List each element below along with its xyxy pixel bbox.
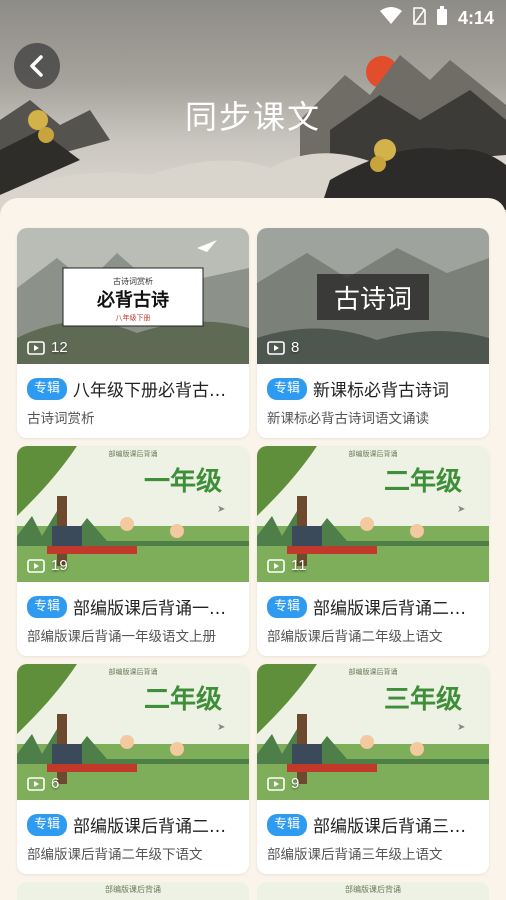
thumb-main-text: 古诗词 [334, 285, 412, 315]
album-card[interactable]: 古诗词 8 专辑 新课标必背古诗词 新课标必背古诗词语文诵读 [257, 228, 489, 438]
album-badge: 专辑 [27, 377, 68, 400]
album-info: 专辑 新课标必背古诗词 新课标必背古诗词语文诵读 [257, 364, 489, 427]
thumb-top-text: 部编版课后背诵 [349, 667, 398, 676]
album-title: 新课标必背古诗词 [313, 381, 450, 401]
track-count-value: 19 [51, 557, 68, 574]
album-info: 专辑 部编版课后背诵二年级 部编版课后背诵二年级上语文 [257, 582, 489, 645]
track-count-value: 8 [291, 339, 300, 356]
album-card-partial[interactable]: 部编版课后背诵 [17, 882, 249, 900]
album-subtitle: 部编版课后背诵一年级语文上册 [27, 629, 216, 645]
thumb-main-text: 必背古诗 [96, 289, 169, 311]
album-subtitle: 部编版课后背诵三年级上语文 [267, 847, 443, 863]
album-title: 部编版课后背诵二年级 [313, 599, 479, 619]
partial-label: 部编版课后背诵 [105, 885, 161, 894]
thumb-top-text: 古诗词赏析 [113, 276, 153, 286]
thumb-main-text: 一年级 [144, 466, 222, 497]
thumb-top-text: 部编版课后背诵 [109, 449, 158, 458]
album-badge: 专辑 [267, 595, 308, 618]
thumb-bottom-text: 八年级下册 [116, 313, 151, 322]
partial-row: 部编版课后背诵 部编版课后背诵 [17, 882, 489, 900]
album-card[interactable]: 古诗词赏析 必背古诗 八年级下册 12 专辑 八年级下册必背古诗词 古诗词赏析 [17, 228, 249, 438]
album-badge: 专辑 [267, 813, 308, 836]
album-subtitle: 新课标必背古诗词语文诵读 [267, 411, 429, 427]
album-info: 专辑 八年级下册必背古诗词 古诗词赏析 [17, 364, 249, 427]
chevron-left-icon [30, 55, 43, 77]
album-badge: 专辑 [27, 813, 68, 836]
album-info: 专辑 部编版课后背诵二年级 部编版课后背诵二年级下语文 [17, 800, 249, 863]
track-count: 11 [267, 557, 307, 574]
track-count-value: 12 [51, 339, 68, 356]
thumb-top-text: 部编版课后背诵 [349, 449, 398, 458]
track-count: 9 [267, 775, 299, 792]
album-info: 专辑 部编版课后背诵一年级 部编版课后背诵一年级语文上册 [17, 582, 249, 645]
album-card[interactable]: 部编版课后背诵 二年级 ➤ 6 专辑 部编版课后背诵二年级 部编版课后背诵二年级… [17, 664, 249, 874]
album-thumbnail: 古诗词赏析 必背古诗 八年级下册 12 [17, 228, 249, 364]
svg-text:➤: ➤ [457, 722, 465, 733]
album-title: 部编版课后背诵一年级 [73, 599, 239, 619]
play-list-icon [267, 340, 285, 355]
album-title: 部编版课后背诵三年级 [313, 817, 479, 837]
album-grid: 古诗词赏析 必背古诗 八年级下册 12 专辑 八年级下册必背古诗词 古诗词赏析 [17, 228, 489, 874]
play-list-icon [267, 776, 285, 791]
album-info: 专辑 部编版课后背诵三年级 部编版课后背诵三年级上语文 [257, 800, 489, 863]
sim-icon [412, 6, 426, 30]
thumb-top-text: 部编版课后背诵 [109, 667, 158, 676]
track-count-value: 11 [291, 557, 307, 574]
track-count: 12 [27, 339, 68, 356]
album-title: 八年级下册必背古诗词 [73, 381, 239, 401]
album-subtitle: 部编版课后背诵二年级下语文 [27, 847, 203, 863]
track-count: 6 [27, 775, 59, 792]
album-subtitle: 部编版课后背诵二年级上语文 [267, 629, 443, 645]
track-count-value: 9 [291, 775, 300, 792]
play-list-icon [27, 340, 45, 355]
status-time: 4:14 [457, 7, 494, 28]
svg-text:➤: ➤ [217, 504, 225, 515]
album-card[interactable]: 部编版课后背诵 一年级 ➤ 19 专辑 部编版课后背诵一年级 部编版课后背诵一年… [17, 446, 249, 656]
svg-text:➤: ➤ [457, 504, 465, 515]
album-thumbnail: 部编版课后背诵 二年级 ➤ 11 [257, 446, 489, 582]
svg-text:➤: ➤ [217, 722, 225, 733]
album-thumbnail: 部编版课后背诵 三年级 ➤ 9 [257, 664, 489, 800]
thumb-main-text: 三年级 [384, 684, 462, 715]
album-thumbnail: 古诗词 8 [257, 228, 489, 364]
back-button[interactable] [14, 43, 60, 89]
play-list-icon [27, 776, 45, 791]
album-thumbnail: 部编版课后背诵 一年级 ➤ 19 [17, 446, 249, 582]
thumb-main-text: 二年级 [144, 684, 222, 715]
track-count-value: 6 [51, 775, 60, 792]
album-title: 部编版课后背诵二年级 [73, 817, 239, 837]
page-title: 同步课文 [184, 98, 321, 136]
album-card[interactable]: 部编版课后背诵 二年级 ➤ 11 专辑 部编版课后背诵二年级 部编版课后背诵二年… [257, 446, 489, 656]
album-subtitle: 古诗词赏析 [27, 411, 95, 427]
play-list-icon [267, 558, 285, 573]
battery-icon [436, 5, 448, 31]
album-thumbnail: 部编版课后背诵 二年级 ➤ 6 [17, 664, 249, 800]
album-card-partial[interactable]: 部编版课后背诵 [257, 882, 489, 900]
status-bar: 4:14 [0, 0, 506, 36]
album-badge: 专辑 [267, 377, 308, 400]
thumb-main-text: 二年级 [384, 466, 462, 497]
partial-label: 部编版课后背诵 [345, 885, 401, 894]
wifi-icon [379, 6, 402, 30]
play-list-icon [27, 558, 45, 573]
album-badge: 专辑 [27, 595, 68, 618]
track-count: 19 [27, 557, 68, 574]
album-card[interactable]: 部编版课后背诵 三年级 ➤ 9 专辑 部编版课后背诵三年级 部编版课后背诵三年级… [257, 664, 489, 874]
track-count: 8 [267, 339, 299, 356]
